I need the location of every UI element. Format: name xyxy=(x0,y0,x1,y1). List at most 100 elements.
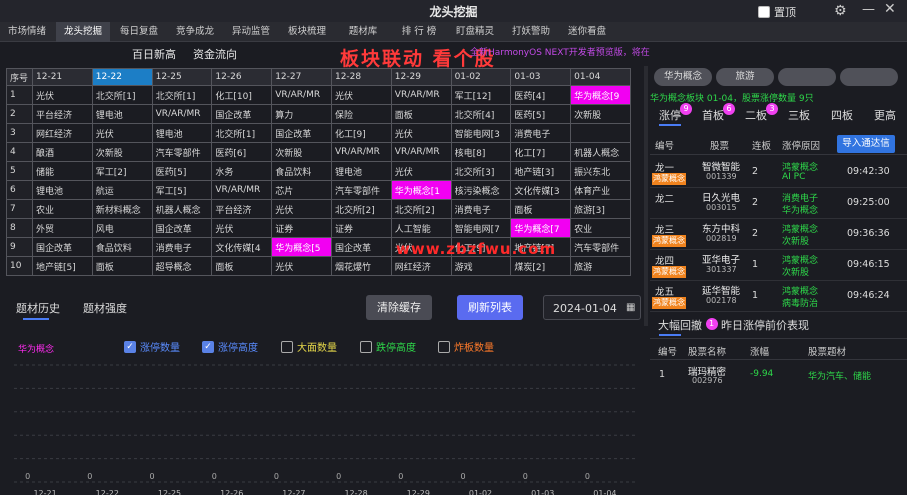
grid-cell[interactable]: 旅游[3] xyxy=(570,199,631,219)
grid-cell[interactable]: 医药[6] xyxy=(211,142,273,162)
grid-cell[interactable]: 农业 xyxy=(570,218,631,238)
grid-cell[interactable]: 光伏 xyxy=(271,199,332,219)
close-icon[interactable]: ✕ xyxy=(884,1,896,17)
grid-cell[interactable]: 人工智能 xyxy=(390,218,452,238)
sector-button-empty-2[interactable] xyxy=(840,68,898,86)
grid-cell[interactable]: 华为概念[9 xyxy=(570,85,631,105)
grid-header-date[interactable]: 12-27 xyxy=(271,68,332,86)
board-tab-4[interactable]: 四板 xyxy=(831,107,853,123)
tab-theme-strength[interactable]: 题材强度 xyxy=(83,300,127,316)
grid-cell[interactable]: 光伏 xyxy=(91,123,153,143)
nav-item-4[interactable]: 异动监管 xyxy=(224,22,278,42)
grid-header-date[interactable]: 12-28 xyxy=(330,68,392,86)
tab-capital-flow[interactable]: 资金流向 xyxy=(193,46,237,62)
grid-cell[interactable]: 光伏 xyxy=(390,123,452,143)
grid-cell[interactable]: 证券 xyxy=(330,218,392,238)
grid-cell[interactable]: 军工[12] xyxy=(450,85,512,105)
grid-cell[interactable]: 新材料概念 xyxy=(91,199,153,219)
grid-cell[interactable]: 面板 xyxy=(510,199,572,219)
grid-cell[interactable]: 次新股 xyxy=(271,142,332,162)
limit-up-row[interactable]: 龙三 鸿蒙概念 东方中科 002819 2 鸿蒙概念 次新股 09:36:36 xyxy=(650,219,907,250)
grid-cell[interactable]: 北交所[1] xyxy=(211,123,273,143)
grid-cell[interactable]: 国企改革 xyxy=(32,237,93,257)
pin-toggle[interactable]: 置顶 xyxy=(758,4,796,20)
grid-cell[interactable]: 游戏 xyxy=(450,256,512,276)
grid-cell[interactable]: 华为概念[7 xyxy=(510,218,572,238)
clear-cache-button[interactable]: 清除缓存 xyxy=(366,295,432,320)
limit-up-row[interactable]: 龙二 日久光电 003015 2 消费电子 华为概念 09:25:00 xyxy=(650,188,907,219)
grid-cell[interactable]: 北交所[2] xyxy=(330,199,392,219)
nav-item-8[interactable]: 盯盘精灵 xyxy=(448,22,502,42)
grid-cell[interactable]: 外贸 xyxy=(32,218,93,238)
grid-header-date[interactable]: 12-25 xyxy=(151,68,213,86)
nav-item-0[interactable]: 市场情绪 xyxy=(0,22,54,42)
grid-header-date[interactable]: 01-02 xyxy=(450,68,512,86)
grid-cell[interactable]: 振兴东北 xyxy=(570,161,631,181)
sector-button-huawei[interactable]: 华为概念 xyxy=(654,68,712,86)
grid-cell[interactable]: 网红经济 xyxy=(390,256,452,276)
grid-cell[interactable]: 军工[2] xyxy=(91,161,153,181)
grid-cell[interactable]: 光伏 xyxy=(390,161,452,181)
grid-cell[interactable]: 芯片 xyxy=(271,180,332,200)
calendar-icon[interactable]: ▦ xyxy=(626,302,635,313)
grid-cell[interactable]: 旅游 xyxy=(570,256,631,276)
nav-item-9[interactable]: 打妖警助 xyxy=(504,22,558,42)
grid-cell[interactable]: 国企改革 xyxy=(211,104,273,124)
grid-cell[interactable]: 水务 xyxy=(211,161,273,181)
grid-cell[interactable]: 光伏 xyxy=(271,256,332,276)
grid-cell[interactable]: 医药[4] xyxy=(510,85,572,105)
refresh-list-button[interactable]: 刷新列表 xyxy=(457,295,523,320)
grid-cell[interactable]: VR/AR/MR xyxy=(151,104,213,124)
grid-cell[interactable]: 汽车零部件 xyxy=(330,180,392,200)
limit-up-row[interactable]: 龙一 鸿蒙概念 智微智能 001339 2 鸿蒙概念 AI PC 09:42:30 xyxy=(650,157,907,188)
table-scrollbar[interactable] xyxy=(644,66,648,326)
grid-cell[interactable]: 消费电子 xyxy=(450,199,512,219)
minimize-icon[interactable]: — xyxy=(862,2,875,17)
grid-cell[interactable]: 国企改革 xyxy=(151,218,213,238)
grid-cell[interactable]: VR/AR/MR xyxy=(330,142,392,162)
grid-cell[interactable]: 面板 xyxy=(211,256,273,276)
pin-checkbox[interactable] xyxy=(758,6,770,18)
sector-button-tourism[interactable]: 旅游 xyxy=(716,68,774,86)
nav-item-2[interactable]: 每日复盘 xyxy=(112,22,166,42)
grid-cell[interactable]: VR/AR/MR xyxy=(211,180,273,200)
grid-cell[interactable]: 锂电池 xyxy=(151,123,213,143)
grid-cell[interactable]: 光伏 xyxy=(211,218,273,238)
sector-button-empty-1[interactable] xyxy=(778,68,836,86)
board-tab-0[interactable]: 涨停 xyxy=(659,107,681,123)
grid-cell[interactable]: 核污染概念 xyxy=(450,180,512,200)
grid-cell[interactable]: 储能 xyxy=(32,161,93,181)
grid-cell[interactable]: 平台经济 xyxy=(211,199,273,219)
nav-item-6[interactable]: 题材库 xyxy=(336,22,390,42)
grid-cell[interactable]: 国企改革 xyxy=(271,123,332,143)
grid-cell[interactable]: 化工[10] xyxy=(211,85,273,105)
grid-cell[interactable]: 化工[9] xyxy=(330,123,392,143)
grid-cell[interactable]: 超导概念 xyxy=(151,256,213,276)
grid-cell[interactable]: 核电[8] xyxy=(450,142,512,162)
grid-cell[interactable]: 医药[5] xyxy=(151,161,213,181)
grid-cell[interactable]: 锂电池 xyxy=(91,104,153,124)
limit-up-row[interactable]: 龙五 鸿蒙概念 延华智能 002178 1 鸿蒙概念 病毒防治 09:46:24 xyxy=(650,281,907,312)
grid-cell[interactable]: VR/AR/MR xyxy=(390,85,452,105)
grid-cell[interactable]: 文化传媒[3 xyxy=(510,180,572,200)
grid-cell[interactable]: 汽车零部件 xyxy=(570,237,631,257)
grid-header-date[interactable]: 01-04 xyxy=(570,68,631,86)
grid-cell[interactable]: 酿酒 xyxy=(32,142,93,162)
grid-cell[interactable]: 汽车零部件 xyxy=(151,142,213,162)
grid-cell[interactable]: 智能电网[3 xyxy=(450,123,512,143)
grid-cell[interactable]: 光伏 xyxy=(330,85,392,105)
grid-header-date[interactable]: 01-03 xyxy=(510,68,572,86)
grid-cell[interactable]: 北交所[3] xyxy=(450,161,512,181)
grid-cell[interactable]: 证券 xyxy=(271,218,332,238)
grid-header-date[interactable]: 12-29 xyxy=(390,68,452,86)
grid-cell[interactable]: 农业 xyxy=(32,199,93,219)
grid-cell[interactable]: 航运 xyxy=(91,180,153,200)
grid-cell[interactable] xyxy=(570,123,631,143)
grid-cell[interactable]: 北交所[1] xyxy=(151,85,213,105)
grid-cell[interactable]: 军工[5] xyxy=(151,180,213,200)
grid-cell[interactable]: 智能电网[7 xyxy=(450,218,512,238)
grid-cell[interactable]: 地产链[3] xyxy=(510,161,572,181)
grid-cell[interactable]: 次新股 xyxy=(91,142,153,162)
grid-cell[interactable]: 北交所[1] xyxy=(91,85,153,105)
grid-cell[interactable]: 华为概念[5 xyxy=(271,237,332,257)
